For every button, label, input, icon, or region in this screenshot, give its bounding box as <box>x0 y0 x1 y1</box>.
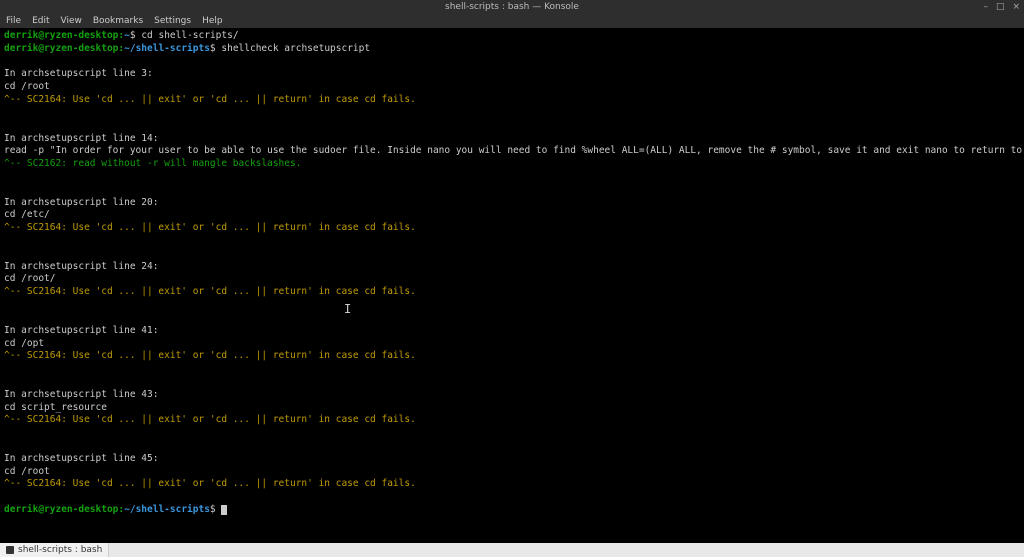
sc-header: In archsetupscript line 45: <box>4 453 158 464</box>
menu-view[interactable]: View <box>61 16 82 26</box>
sc-note: ^-- SC2164: Use 'cd ... || exit' or 'cd … <box>4 94 416 105</box>
prompt-path: ~/shell-scripts <box>124 504 210 515</box>
terminal-area[interactable]: derrik@ryzen-desktop:~$ cd shell-scripts… <box>0 28 1024 543</box>
prompt-path: ~/shell-scripts <box>124 43 210 54</box>
sc-code: cd script_resource <box>4 402 107 413</box>
prompt-user: derrik@ryzen-desktop <box>4 30 118 41</box>
prompt-user: derrik@ryzen-desktop <box>4 43 118 54</box>
sc-note: ^-- SC2164: Use 'cd ... || exit' or 'cd … <box>4 222 416 233</box>
terminal-icon <box>6 546 14 554</box>
sc-note: ^-- SC2164: Use 'cd ... || exit' or 'cd … <box>4 414 416 425</box>
menu-file[interactable]: File <box>6 16 21 26</box>
menu-edit[interactable]: Edit <box>32 16 49 26</box>
menubar: File Edit View Bookmarks Settings Help <box>0 14 1024 28</box>
sc-code: cd /root/ <box>4 273 55 284</box>
sc-note: ^-- SC2164: Use 'cd ... || exit' or 'cd … <box>4 478 416 489</box>
taskbar: shell-scripts : bash <box>0 543 1024 557</box>
sc-header: In archsetupscript line 24: <box>4 261 158 272</box>
prompt-user: derrik@ryzen-desktop <box>4 504 118 515</box>
command-text: shellcheck archsetupscript <box>221 43 370 54</box>
titlebar: shell-scripts : bash — Konsole – □ × <box>0 0 1024 14</box>
sc-code: read -p "In order for your user to be ab… <box>4 145 1024 156</box>
taskbar-item-label: shell-scripts : bash <box>18 545 102 555</box>
sc-code: cd /etc/ <box>4 209 50 220</box>
sc-note: ^-- SC2164: Use 'cd ... || exit' or 'cd … <box>4 286 416 297</box>
sc-header: In archsetupscript line 3: <box>4 68 153 79</box>
sc-code: cd /opt <box>4 338 44 349</box>
taskbar-item[interactable]: shell-scripts : bash <box>0 543 109 557</box>
sc-code: cd /root <box>4 466 50 477</box>
sc-header: In archsetupscript line 14: <box>4 133 158 144</box>
menu-help[interactable]: Help <box>202 16 223 26</box>
maximize-button[interactable]: □ <box>996 2 1005 12</box>
minimize-button[interactable]: – <box>983 2 988 12</box>
window-title: shell-scripts : bash — Konsole <box>445 2 579 12</box>
menu-settings[interactable]: Settings <box>154 16 191 26</box>
sc-header: In archsetupscript line 43: <box>4 389 158 400</box>
sc-header: In archsetupscript line 20: <box>4 197 158 208</box>
sc-note: ^-- SC2164: Use 'cd ... || exit' or 'cd … <box>4 350 416 361</box>
menu-bookmarks[interactable]: Bookmarks <box>93 16 143 26</box>
window-controls: – □ × <box>983 2 1020 12</box>
sc-header: In archsetupscript line 41: <box>4 325 158 336</box>
sc-code: cd /root <box>4 81 50 92</box>
command-text: cd shell-scripts/ <box>141 30 238 41</box>
terminal-cursor <box>221 505 227 515</box>
close-button[interactable]: × <box>1012 2 1020 12</box>
sc-note: ^-- SC2162: read without -r will mangle … <box>4 158 301 169</box>
